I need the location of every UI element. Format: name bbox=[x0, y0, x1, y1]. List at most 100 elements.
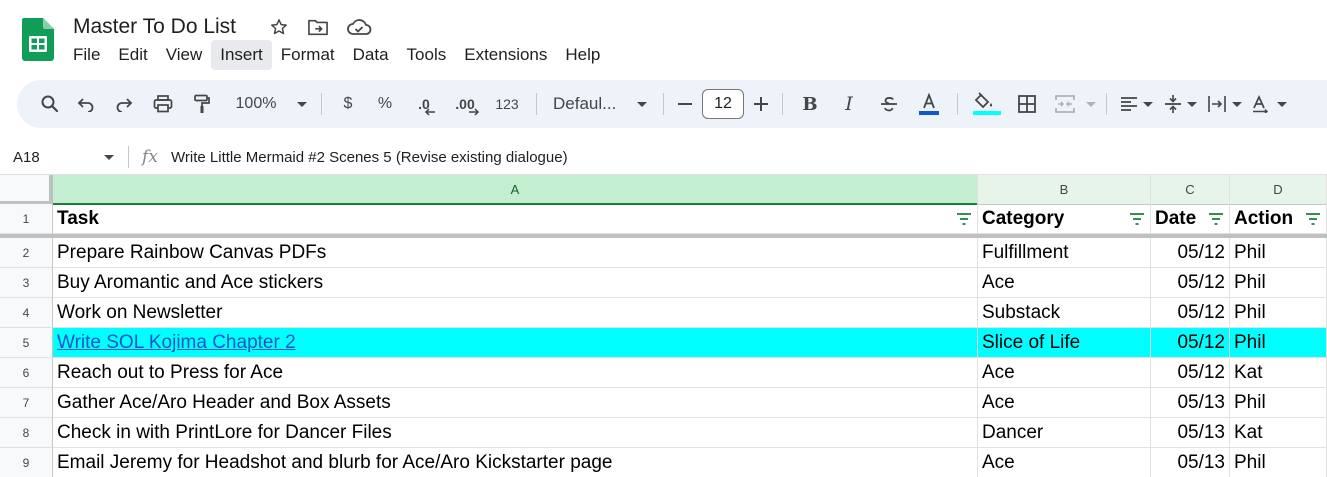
cell-date[interactable]: 05/12 bbox=[1151, 268, 1230, 298]
cell-date[interactable]: 05/13 bbox=[1151, 448, 1230, 477]
menu-extensions[interactable]: Extensions bbox=[455, 40, 556, 70]
row-header[interactable]: 4 bbox=[0, 298, 53, 328]
format-currency-button[interactable]: $ bbox=[330, 88, 366, 120]
star-icon[interactable] bbox=[268, 16, 290, 38]
column-header-b[interactable]: B bbox=[978, 175, 1151, 205]
row-header[interactable]: 8 bbox=[0, 418, 53, 448]
cell-action[interactable]: Phil bbox=[1230, 238, 1327, 268]
menu-tools[interactable]: Tools bbox=[398, 40, 456, 70]
cell-date[interactable]: 05/13 bbox=[1151, 388, 1230, 418]
italic-icon[interactable]: I bbox=[829, 88, 869, 120]
decrease-font-size-icon[interactable] bbox=[672, 88, 698, 120]
font-size-field[interactable]: 12 bbox=[698, 88, 748, 120]
horizontal-align-icon[interactable] bbox=[1115, 88, 1159, 120]
row-header[interactable]: 9 bbox=[0, 448, 53, 477]
cell-category[interactable]: Ace bbox=[978, 388, 1151, 418]
cell-task[interactable]: Check in with PrintLore for Dancer Files bbox=[53, 418, 978, 448]
cell-category[interactable]: Dancer bbox=[978, 418, 1151, 448]
name-box[interactable]: A18 bbox=[0, 140, 128, 174]
zoom-dropdown-icon[interactable] bbox=[291, 88, 313, 120]
menu-edit[interactable]: Edit bbox=[109, 40, 156, 70]
cell-action[interactable]: Kat bbox=[1230, 418, 1327, 448]
cell-task[interactable]: Email Jeremy for Headshot and blurb for … bbox=[53, 448, 978, 477]
cell-category[interactable]: Ace bbox=[978, 268, 1151, 298]
undo-icon[interactable] bbox=[67, 88, 105, 120]
cell-date[interactable]: Date bbox=[1151, 204, 1230, 234]
cell-task[interactable]: Buy Aromantic and Ace stickers bbox=[53, 268, 978, 298]
fill-color-icon[interactable] bbox=[966, 88, 1008, 120]
paint-format-icon[interactable] bbox=[183, 88, 221, 120]
strikethrough-icon[interactable] bbox=[869, 88, 909, 120]
cell-date[interactable]: 05/12 bbox=[1151, 298, 1230, 328]
menu-help[interactable]: Help bbox=[556, 40, 609, 70]
filter-icon[interactable] bbox=[1209, 213, 1223, 225]
cell-date[interactable]: 05/12 bbox=[1151, 238, 1230, 268]
filter-icon[interactable] bbox=[957, 213, 971, 225]
cell-date[interactable]: 05/13 bbox=[1151, 418, 1230, 448]
row-header[interactable]: 2 bbox=[0, 238, 53, 268]
cell-action[interactable]: Phil bbox=[1230, 268, 1327, 298]
cell-action[interactable]: Kat bbox=[1230, 358, 1327, 388]
row-header[interactable]: 5 bbox=[0, 328, 53, 358]
cell-date[interactable]: 05/12 bbox=[1151, 328, 1230, 358]
row-header[interactable]: 6 bbox=[0, 358, 53, 388]
cloud-saved-icon[interactable] bbox=[346, 16, 372, 38]
row-header[interactable]: 7 bbox=[0, 388, 53, 418]
decrease-decimal-button[interactable]: .0 bbox=[404, 88, 444, 120]
name-box-dropdown-icon[interactable] bbox=[104, 155, 114, 160]
redo-icon[interactable] bbox=[105, 88, 143, 120]
row-header[interactable]: 3 bbox=[0, 268, 53, 298]
cell-task[interactable]: Reach out to Press for Ace bbox=[53, 358, 978, 388]
increase-font-size-icon[interactable] bbox=[748, 88, 774, 120]
row-header[interactable]: 1 bbox=[0, 204, 53, 234]
cell-action[interactable]: Action bbox=[1230, 204, 1327, 234]
menu-format[interactable]: Format bbox=[272, 40, 344, 70]
vertical-align-icon[interactable] bbox=[1159, 88, 1203, 120]
column-header-c[interactable]: C bbox=[1151, 175, 1230, 205]
cell-task[interactable]: Write SOL Kojima Chapter 2 bbox=[53, 328, 978, 358]
cell-category[interactable]: Substack bbox=[978, 298, 1151, 328]
more-formats-button[interactable]: 123 bbox=[486, 88, 528, 120]
menu-insert[interactable]: Insert bbox=[211, 40, 272, 70]
print-icon[interactable] bbox=[143, 88, 183, 120]
cell-task[interactable]: Work on Newsletter bbox=[53, 298, 978, 328]
cell-category[interactable]: Category bbox=[978, 204, 1151, 234]
menu-file[interactable]: File bbox=[64, 40, 109, 70]
cell-task[interactable]: Gather Ace/Aro Header and Box Assets bbox=[53, 388, 978, 418]
search-menus-icon[interactable] bbox=[33, 88, 67, 120]
font-select[interactable]: Defaul... bbox=[545, 88, 655, 120]
cell-task[interactable]: Task bbox=[53, 204, 978, 234]
text-rotation-icon[interactable] bbox=[1247, 88, 1291, 120]
menu-view[interactable]: View bbox=[157, 40, 212, 70]
borders-icon[interactable] bbox=[1008, 88, 1046, 120]
cell-action[interactable]: Phil bbox=[1230, 448, 1327, 477]
cell-action[interactable]: Phil bbox=[1230, 328, 1327, 358]
cell-action[interactable]: Phil bbox=[1230, 388, 1327, 418]
merge-cells-icon[interactable] bbox=[1046, 88, 1084, 120]
cell-category[interactable]: Fulfillment bbox=[978, 238, 1151, 268]
filter-icon[interactable] bbox=[1130, 213, 1144, 225]
formula-input[interactable]: Write Little Mermaid #2 Scenes 5 (Revise… bbox=[171, 149, 568, 166]
frozen-row-divider[interactable] bbox=[0, 234, 1327, 238]
menu-data[interactable]: Data bbox=[344, 40, 398, 70]
format-percent-button[interactable]: % bbox=[366, 88, 404, 120]
sheets-logo-icon[interactable] bbox=[22, 18, 54, 61]
increase-decimal-button[interactable]: .00 bbox=[444, 88, 486, 120]
font-size-value[interactable]: 12 bbox=[702, 89, 744, 119]
text-wrapping-icon[interactable] bbox=[1203, 88, 1247, 120]
cell-action[interactable]: Phil bbox=[1230, 298, 1327, 328]
cell-category[interactable]: Ace bbox=[978, 448, 1151, 477]
zoom-select[interactable]: 100% bbox=[221, 88, 291, 120]
select-all-corner[interactable] bbox=[0, 175, 53, 205]
cell-category[interactable]: Slice of Life bbox=[978, 328, 1151, 358]
column-header-d[interactable]: D bbox=[1230, 175, 1327, 205]
text-color-icon[interactable] bbox=[909, 88, 949, 120]
merge-dropdown-icon[interactable] bbox=[1084, 88, 1098, 120]
cell-category[interactable]: Ace bbox=[978, 358, 1151, 388]
filter-icon[interactable] bbox=[1306, 213, 1320, 225]
column-header-a[interactable]: A bbox=[53, 175, 978, 205]
cell-date[interactable]: 05/12 bbox=[1151, 358, 1230, 388]
cell-task[interactable]: Prepare Rainbow Canvas PDFs bbox=[53, 238, 978, 268]
document-title[interactable]: Master To Do List bbox=[73, 14, 236, 40]
cell-link[interactable]: Write SOL Kojima Chapter 2 bbox=[57, 332, 296, 353]
